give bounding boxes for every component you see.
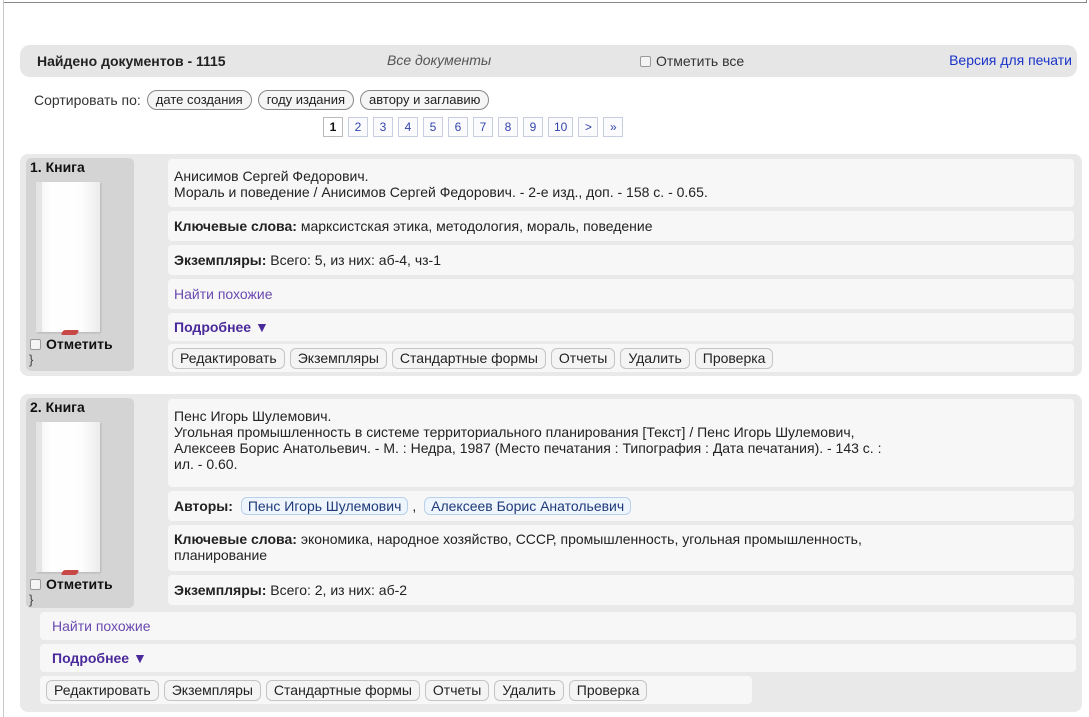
page-9[interactable]: 9	[523, 117, 543, 137]
mark-label: Отметить	[46, 336, 113, 352]
results-header: Найдено документов - 1115 Все документы …	[20, 45, 1077, 77]
mark-all-label: Отметить все	[656, 53, 745, 69]
record-title: Мораль и поведение / Анисимов Сергей Фед…	[174, 184, 708, 200]
sort-by-author-title-button[interactable]: автору и заглавию	[360, 90, 490, 110]
record-title-block: Анисимов Сергей Федорович. Мораль и пове…	[168, 159, 1074, 207]
window-frame-top	[3, 0, 1087, 3]
found-count: Найдено документов - 1115	[37, 53, 226, 69]
delete-button[interactable]: Удалить	[494, 679, 564, 701]
authors-separator: ,	[412, 498, 417, 514]
record-thumbnail-column: 1. Книга Отметить }	[26, 158, 134, 371]
page-8[interactable]: 8	[498, 117, 518, 137]
page-2[interactable]: 2	[348, 117, 368, 137]
page-7[interactable]: 7	[473, 117, 493, 137]
copies-button[interactable]: Экземпляры	[163, 679, 261, 701]
last-page-button[interactable]: »	[603, 117, 624, 137]
copies-value: Всего: 2, из них: аб-2	[270, 582, 408, 598]
bracket-glyph: }	[29, 592, 34, 607]
record-card: 2. Книга Отметить } Пенс Игорь Шулемович…	[20, 394, 1082, 712]
record-content: Пенс Игорь Шулемович. Угольная промышлен…	[168, 399, 1074, 609]
more-details-toggle[interactable]: Подробнее ▼	[52, 650, 147, 666]
mark-all-checkbox[interactable]: Отметить все	[640, 53, 744, 69]
record-title-cont: Алексеев Борис Анатольевич. - М. : Недра…	[174, 440, 882, 456]
actions-row: Редактировать Экземпляры Стандартные фор…	[40, 676, 752, 704]
copies-row: Экземпляры: Всего: 5, из них: аб-4, чз-1	[168, 245, 1074, 275]
record-thumbnail-column: 2. Книга Отметить }	[26, 398, 134, 608]
authors-label: Авторы:	[174, 498, 233, 514]
record-number-type: 1. Книга	[30, 159, 85, 175]
check-button[interactable]: Проверка	[568, 679, 648, 701]
actions-row: Редактировать Экземпляры Стандартные фор…	[168, 344, 1074, 372]
standard-forms-button[interactable]: Стандартные формы	[391, 347, 546, 369]
keywords-value-cont: планирование	[174, 547, 268, 563]
copies-row: Экземпляры: Всего: 2, из них: аб-2	[168, 575, 1074, 605]
record-title-block: Пенс Игорь Шулемович. Угольная промышлен…	[168, 399, 1074, 487]
book-cover-icon	[36, 422, 100, 575]
sort-label: Сортировать по:	[34, 92, 141, 108]
book-cover-icon	[36, 182, 100, 335]
print-version-link[interactable]: Версия для печати	[949, 52, 1072, 68]
next-page-button[interactable]: >	[578, 117, 599, 137]
record-author: Анисимов Сергей Федорович.	[174, 168, 369, 184]
record-content: Анисимов Сергей Федорович. Мораль и пове…	[168, 159, 1074, 372]
keywords-row: Ключевые слова: марксистская этика, мето…	[168, 211, 1074, 241]
checkbox-icon[interactable]	[30, 338, 41, 350]
more-row: Подробнее ▼	[168, 313, 1074, 341]
record-title-cont: ил. - 0.60.	[174, 456, 238, 472]
page-1[interactable]: 1	[323, 117, 343, 137]
author-link[interactable]: Алексеев Борис Анатольевич	[424, 497, 632, 515]
record-title: Угольная промышленность в системе террит…	[174, 424, 855, 440]
author-link[interactable]: Пенс Игорь Шулемович	[240, 497, 409, 515]
record-mark-checkbox[interactable]: Отметить	[30, 576, 113, 592]
reports-button[interactable]: Отчеты	[424, 679, 490, 701]
keywords-value: марксистская этика, методология, мораль,…	[300, 218, 653, 234]
copies-value: Всего: 5, из них: аб-4, чз-1	[270, 252, 441, 268]
checkbox-icon[interactable]	[640, 55, 651, 67]
copies-label: Экземпляры:	[174, 252, 267, 268]
find-similar-row: Найти похожие	[168, 279, 1074, 309]
keywords-value: экономика, народное хозяйство, СССР, про…	[300, 531, 862, 547]
reports-button[interactable]: Отчеты	[550, 347, 616, 369]
all-documents-label: Все документы	[387, 52, 492, 68]
delete-button[interactable]: Удалить	[620, 347, 690, 369]
copies-button[interactable]: Экземпляры	[289, 347, 387, 369]
authors-row: Авторы: Пенс Игорь Шулемович, Алексеев Б…	[168, 491, 1074, 521]
more-details-toggle[interactable]: Подробнее ▼	[174, 319, 269, 335]
record-card: 1. Книга Отметить } Анисимов Сергей Федо…	[20, 154, 1082, 376]
page-6[interactable]: 6	[448, 117, 468, 137]
pagination: 1 2 3 4 5 6 7 8 9 10 > »	[323, 117, 628, 137]
record-author: Пенс Игорь Шулемович.	[174, 408, 332, 424]
record-mark-checkbox[interactable]: Отметить	[30, 336, 113, 352]
edit-button[interactable]: Редактировать	[46, 679, 159, 701]
sort-bar: Сортировать по: дате создания году издан…	[34, 90, 495, 110]
window-frame-left	[3, 0, 4, 717]
keywords-label: Ключевые слова:	[174, 218, 297, 234]
page-4[interactable]: 4	[398, 117, 418, 137]
more-row: Подробнее ▼	[40, 644, 1076, 672]
mark-label: Отметить	[46, 576, 113, 592]
check-button[interactable]: Проверка	[694, 347, 774, 369]
page-10[interactable]: 10	[548, 117, 574, 137]
sort-by-created-button[interactable]: дате создания	[146, 90, 252, 110]
find-similar-link[interactable]: Найти похожие	[52, 618, 151, 634]
sort-by-year-button[interactable]: году издания	[257, 90, 355, 110]
standard-forms-button[interactable]: Стандартные формы	[265, 679, 420, 701]
copies-label: Экземпляры:	[174, 582, 267, 598]
keywords-label: Ключевые слова:	[174, 531, 297, 547]
page-3[interactable]: 3	[373, 117, 393, 137]
find-similar-row: Найти похожие	[40, 612, 1076, 640]
page-5[interactable]: 5	[423, 117, 443, 137]
edit-button[interactable]: Редактировать	[172, 347, 285, 369]
bracket-glyph: }	[29, 352, 34, 367]
keywords-row: Ключевые слова: экономика, народное хозя…	[168, 525, 1074, 571]
checkbox-icon[interactable]	[30, 578, 41, 590]
record-number-type: 2. Книга	[30, 399, 85, 415]
find-similar-link[interactable]: Найти похожие	[174, 286, 273, 302]
